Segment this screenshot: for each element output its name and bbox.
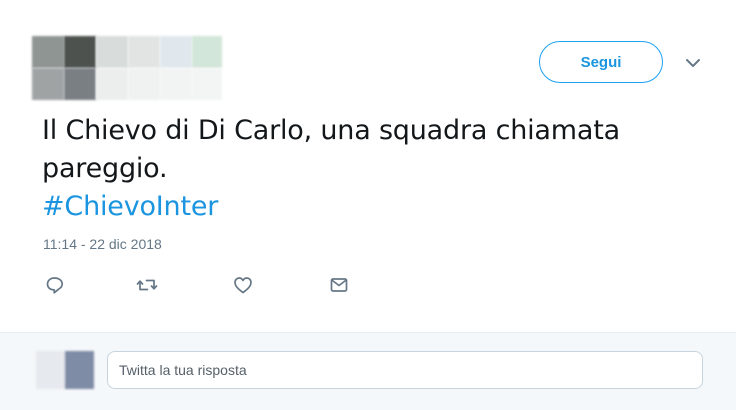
tweet-card: Segui Il Chievo di Di Carlo, una squadra… bbox=[0, 0, 736, 332]
tweet-text: Il Chievo di Di Carlo, una squadra chiam… bbox=[42, 112, 702, 226]
blurred-avatar bbox=[36, 351, 94, 389]
follow-button[interactable]: Segui bbox=[539, 41, 663, 83]
retweet-icon[interactable] bbox=[136, 274, 160, 298]
tweet-timestamp[interactable]: 11:14 - 22 dic 2018 bbox=[43, 236, 162, 252]
reply-input[interactable]: Twitta la tua risposta bbox=[107, 351, 703, 389]
tweet-text-line-2: pareggio. bbox=[42, 153, 168, 184]
tweet-text-line-1: Il Chievo di Di Carlo, una squadra chiam… bbox=[42, 115, 620, 146]
reply-icon[interactable] bbox=[44, 274, 68, 298]
chevron-down-icon[interactable] bbox=[684, 56, 702, 70]
blurred-user-header bbox=[32, 36, 222, 102]
direct-message-icon[interactable] bbox=[328, 274, 352, 298]
like-icon[interactable] bbox=[232, 274, 256, 298]
reply-input-placeholder: Twitta la tua risposta bbox=[119, 362, 247, 378]
hashtag-link[interactable]: #ChievoInter bbox=[42, 188, 702, 226]
reply-composer: Twitta la tua risposta bbox=[0, 332, 736, 410]
